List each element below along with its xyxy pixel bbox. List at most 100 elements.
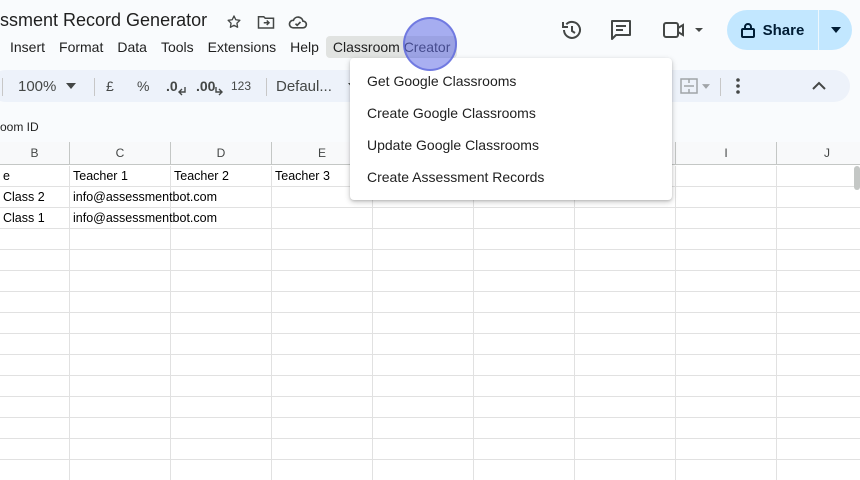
grid-cell[interactable]: [676, 418, 777, 439]
grid-cell[interactable]: [575, 292, 676, 313]
grid-cell[interactable]: [171, 313, 272, 334]
menu-item-update-google-classrooms[interactable]: Update Google Classrooms: [350, 129, 672, 161]
zoom-select[interactable]: 100%: [18, 70, 77, 102]
cloud-saved-icon[interactable]: [288, 12, 308, 32]
grid-cell[interactable]: [70, 229, 171, 250]
grid-cell[interactable]: [70, 271, 171, 292]
menu-item-create-google-classrooms[interactable]: Create Google Classrooms: [350, 97, 672, 129]
grid-cell[interactable]: [777, 166, 860, 187]
grid-cell[interactable]: [575, 229, 676, 250]
collapse-menus-icon[interactable]: [812, 70, 826, 102]
grid-cell[interactable]: [171, 418, 272, 439]
grid-cell[interactable]: [676, 376, 777, 397]
star-icon[interactable]: [224, 12, 244, 32]
grid-cell[interactable]: [171, 397, 272, 418]
cell-d1[interactable]: Teacher 2: [171, 166, 272, 187]
grid-cell[interactable]: [575, 334, 676, 355]
grid-cell[interactable]: [171, 376, 272, 397]
grid-cell[interactable]: [272, 418, 373, 439]
grid-cell[interactable]: [373, 334, 474, 355]
grid-cell[interactable]: [474, 397, 575, 418]
grid-cell[interactable]: [0, 313, 70, 334]
cell-b3[interactable]: Class 1: [0, 208, 70, 229]
grid-cell[interactable]: [474, 271, 575, 292]
grid-cell[interactable]: [676, 187, 777, 208]
grid-cell[interactable]: [676, 208, 777, 229]
grid-cell[interactable]: [373, 250, 474, 271]
grid-cell[interactable]: [171, 271, 272, 292]
grid-cell[interactable]: [171, 334, 272, 355]
merge-cells-button[interactable]: [680, 70, 710, 102]
grid-cell[interactable]: [0, 334, 70, 355]
menu-tools[interactable]: Tools: [154, 36, 201, 58]
grid-cell[interactable]: [70, 250, 171, 271]
share-button[interactable]: Share: [727, 10, 818, 50]
vertical-scrollbar[interactable]: [854, 166, 860, 190]
menu-data[interactable]: Data: [110, 36, 154, 58]
grid-cell[interactable]: [272, 313, 373, 334]
grid-cell[interactable]: [373, 313, 474, 334]
menu-item-get-google-classrooms[interactable]: Get Google Classrooms: [350, 65, 672, 97]
grid-cell[interactable]: [373, 418, 474, 439]
share-dropdown-button[interactable]: [819, 10, 852, 50]
grid-cell[interactable]: [474, 334, 575, 355]
grid-cell[interactable]: [171, 439, 272, 460]
grid-cell[interactable]: [70, 439, 171, 460]
grid-cell[interactable]: [0, 439, 70, 460]
grid-cell[interactable]: [676, 460, 777, 480]
grid-cell[interactable]: [70, 313, 171, 334]
grid-cell[interactable]: [373, 271, 474, 292]
grid-cell[interactable]: [70, 418, 171, 439]
grid-cell[interactable]: [777, 334, 860, 355]
column-header-i[interactable]: I: [676, 142, 777, 165]
grid-cell[interactable]: [171, 250, 272, 271]
grid-cell[interactable]: [272, 229, 373, 250]
decrease-decimal-button[interactable]: .0: [166, 70, 186, 102]
grid-cell[interactable]: [474, 292, 575, 313]
grid-cell[interactable]: [373, 376, 474, 397]
grid-cell[interactable]: [575, 439, 676, 460]
grid-cell[interactable]: [575, 355, 676, 376]
grid-cell[interactable]: [70, 376, 171, 397]
grid-cell[interactable]: [777, 439, 860, 460]
grid-cell[interactable]: [171, 460, 272, 480]
document-title[interactable]: ssment Record Generator: [0, 10, 207, 31]
grid-cell[interactable]: [272, 292, 373, 313]
grid-cell[interactable]: [171, 229, 272, 250]
grid-cell[interactable]: [676, 166, 777, 187]
grid-cell[interactable]: [676, 313, 777, 334]
grid-cell[interactable]: [777, 397, 860, 418]
grid-cell[interactable]: [575, 418, 676, 439]
grid-cell[interactable]: [272, 208, 373, 229]
grid-cell[interactable]: [575, 250, 676, 271]
move-folder-icon[interactable]: [256, 12, 276, 32]
grid-cell[interactable]: [474, 355, 575, 376]
cell-b1[interactable]: e: [0, 166, 70, 187]
grid-cell[interactable]: [777, 355, 860, 376]
grid-cell[interactable]: [676, 271, 777, 292]
grid-cell[interactable]: [171, 355, 272, 376]
grid-cell[interactable]: [373, 355, 474, 376]
grid-cell[interactable]: [676, 355, 777, 376]
grid-cell[interactable]: [0, 418, 70, 439]
increase-decimal-button[interactable]: .00: [196, 70, 224, 102]
version-history-icon[interactable]: [558, 16, 586, 44]
grid-cell[interactable]: [272, 460, 373, 480]
grid-cell[interactable]: [0, 355, 70, 376]
grid-cell[interactable]: [272, 355, 373, 376]
menu-extensions[interactable]: Extensions: [201, 36, 283, 58]
grid-cell[interactable]: [575, 460, 676, 480]
grid-cell[interactable]: [676, 292, 777, 313]
grid-cell[interactable]: [474, 418, 575, 439]
grid-cell[interactable]: [676, 250, 777, 271]
grid-cell[interactable]: [777, 208, 860, 229]
grid-cell[interactable]: [474, 229, 575, 250]
grid-cell[interactable]: [0, 397, 70, 418]
grid-cell[interactable]: [676, 397, 777, 418]
grid-cell[interactable]: [777, 313, 860, 334]
grid-cell[interactable]: [0, 460, 70, 480]
format-currency-button[interactable]: £: [106, 70, 114, 102]
grid-cell[interactable]: [575, 313, 676, 334]
grid-cell[interactable]: [70, 397, 171, 418]
grid-cell[interactable]: [373, 292, 474, 313]
